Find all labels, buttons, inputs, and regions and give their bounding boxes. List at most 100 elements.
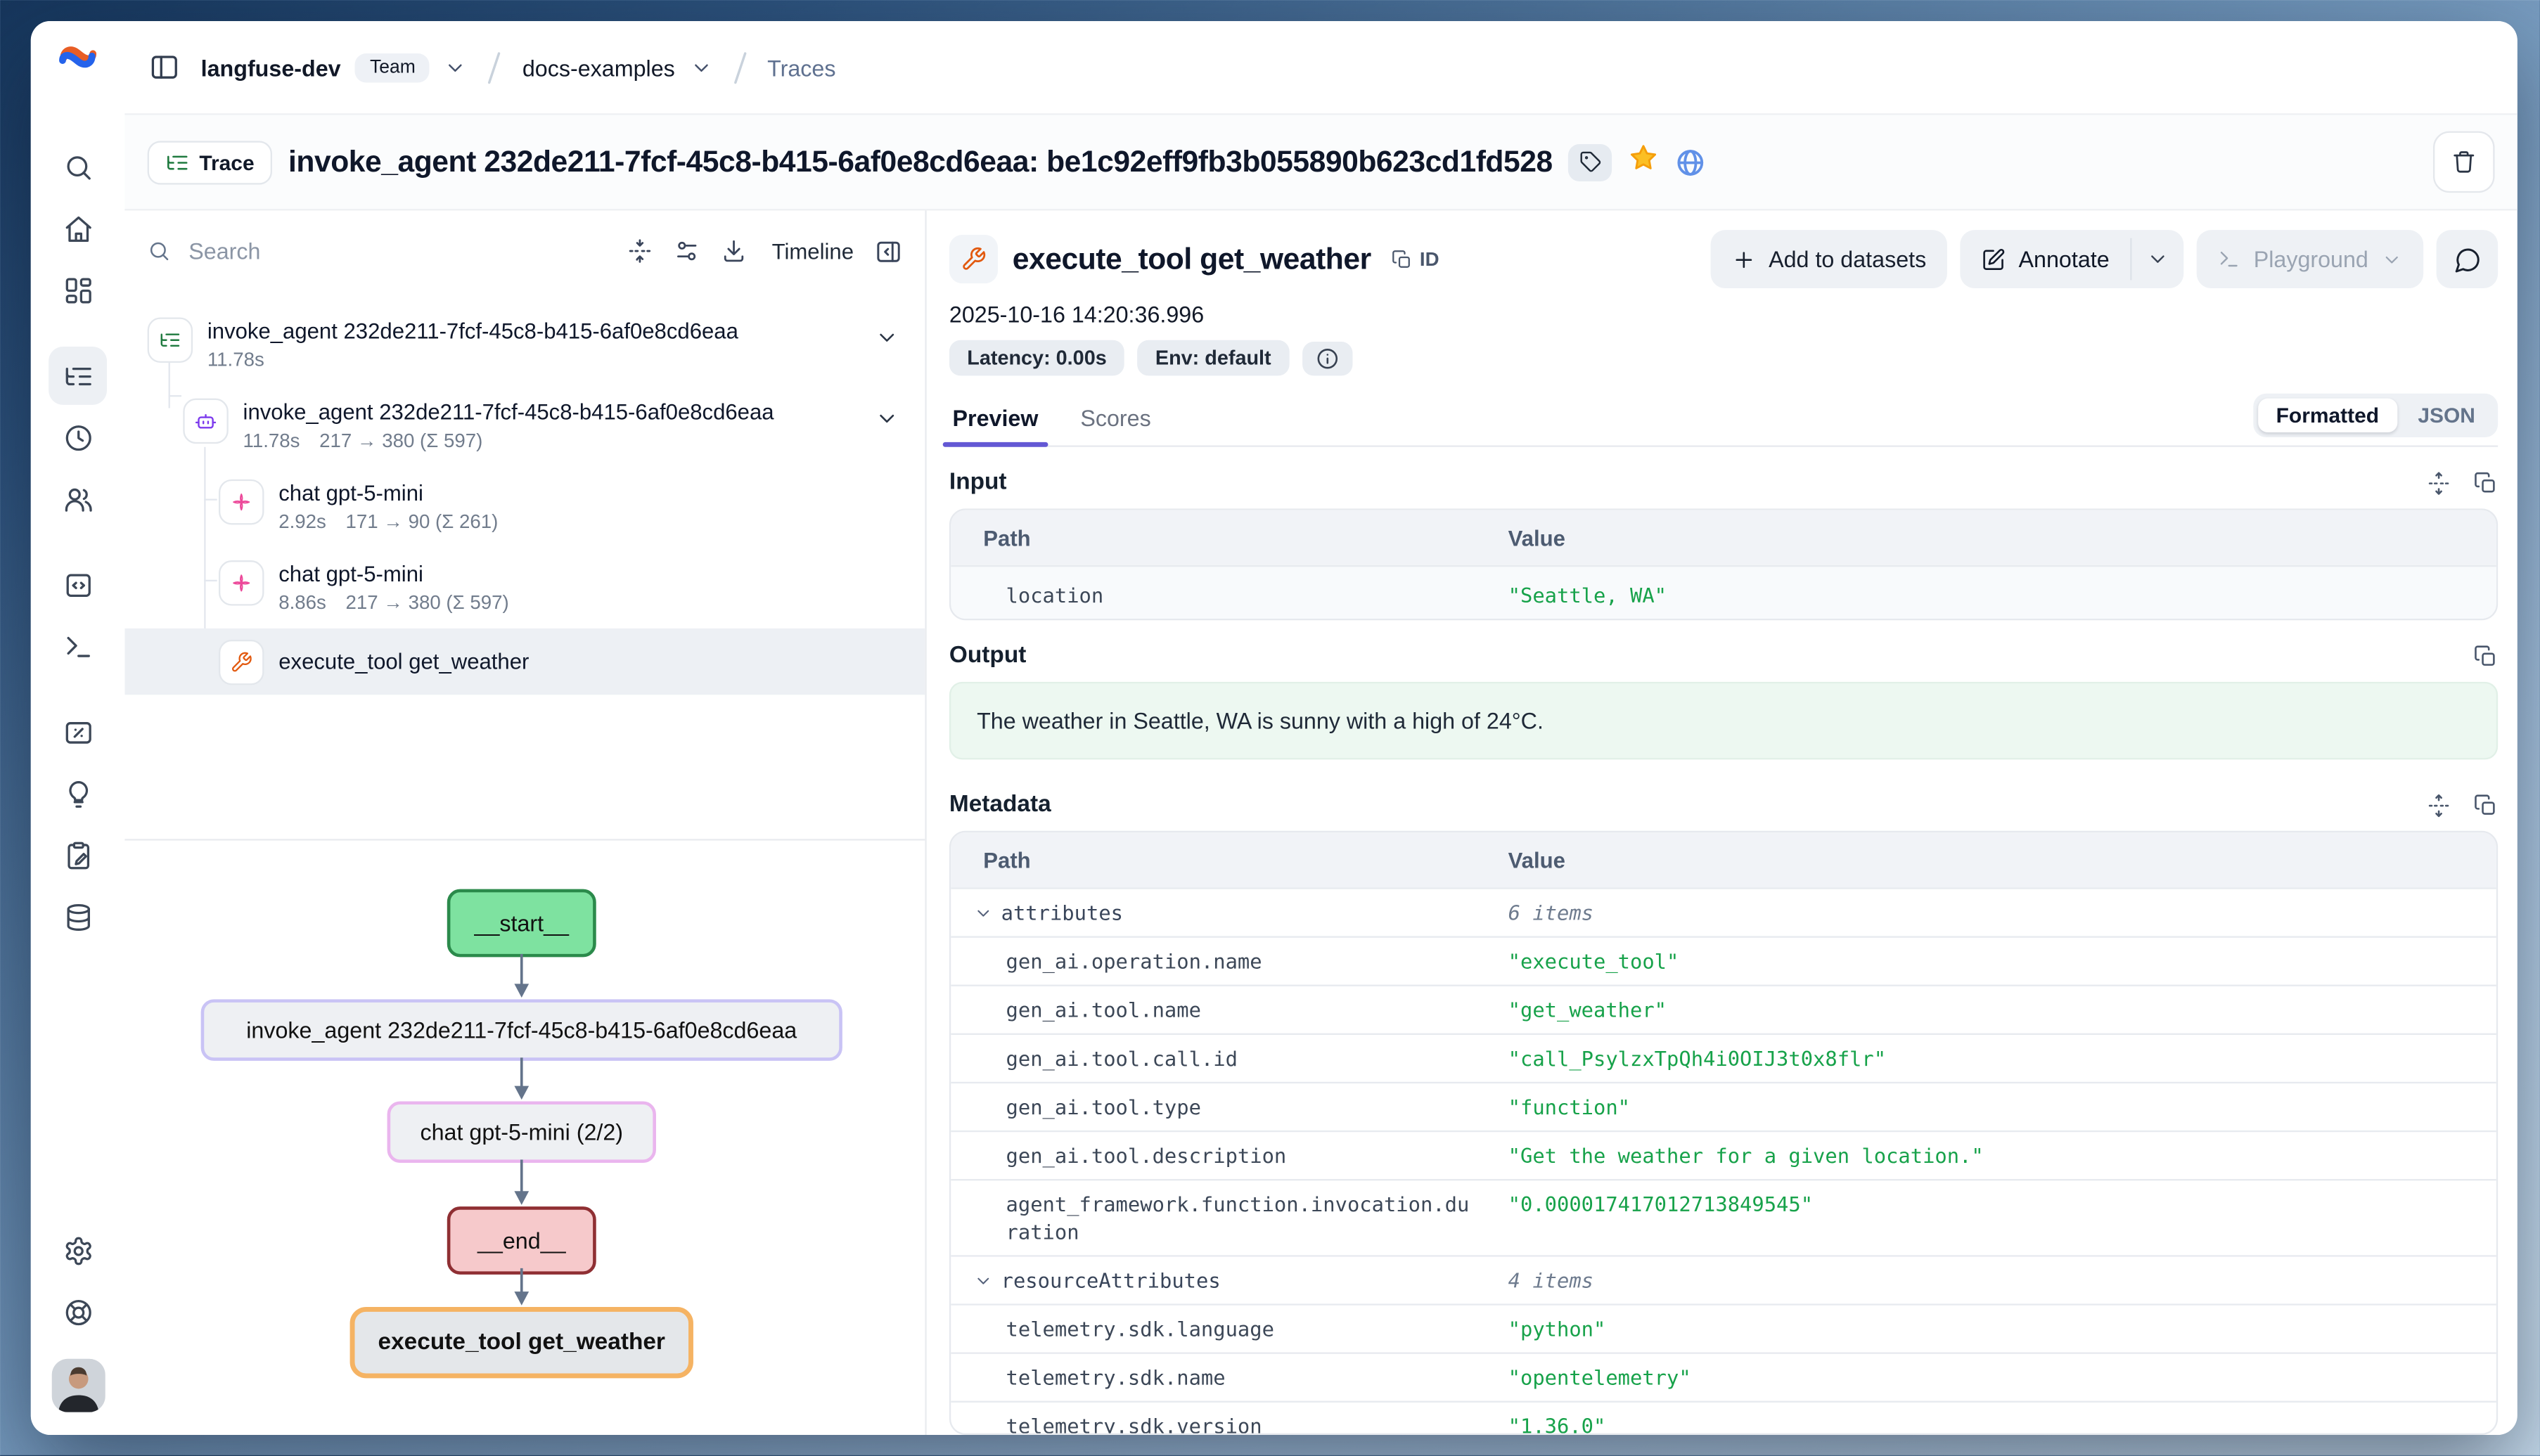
copy-icon <box>1392 249 1413 270</box>
sidebar-settings-icon[interactable] <box>49 1221 107 1280</box>
chevron-down-icon[interactable] <box>690 56 712 78</box>
row-value: 6 items <box>1485 889 2496 936</box>
row-value: "1.36.0" <box>1485 1403 2496 1435</box>
tab-preview[interactable]: Preview <box>949 399 1041 446</box>
observation-detail-panel: execute_tool get_weather ID Add to datas… <box>927 210 2517 1435</box>
copy-icon[interactable] <box>2474 644 2499 669</box>
annotate-dropdown-chevron[interactable] <box>2132 230 2184 288</box>
expand-vertical-icon[interactable] <box>2427 470 2451 495</box>
col-path: Path <box>951 526 1485 550</box>
tree-item-label: chat gpt-5-mini <box>278 560 509 589</box>
row-value: "Get the weather for a given location." <box>1485 1133 2496 1180</box>
graph-node-end[interactable]: __end__ <box>447 1206 596 1275</box>
tree-item-agent[interactable]: invoke_agent 232de211-7fcf-45c8-b415-6af… <box>124 385 925 466</box>
tree-item-tokens: 217 → 380 (Σ 597) <box>345 590 508 617</box>
format-json[interactable]: JSON <box>2400 399 2493 432</box>
graph-node-start[interactable]: __start__ <box>447 889 596 958</box>
trace-badge-label: Trace <box>199 150 254 174</box>
plus-icon <box>1731 247 1756 271</box>
tree-item-generation-2[interactable]: chat gpt-5-mini 8.86s217 → 380 (Σ 597) <box>124 548 925 629</box>
trace-type-badge: Trace <box>148 140 272 183</box>
chevron-down-icon[interactable] <box>444 56 467 78</box>
sidebar-users-icon[interactable] <box>49 470 107 528</box>
graph-node-invoke-agent[interactable]: invoke_agent 232de211-7fcf-45c8-b415-6af… <box>201 999 842 1061</box>
graph-edge <box>511 1057 533 1101</box>
observation-title: execute_tool get_weather <box>1013 241 1371 277</box>
sidebar-scores-icon[interactable] <box>49 703 107 761</box>
sidebar-prompts-icon[interactable] <box>49 555 107 614</box>
tree-toolbar: Timeline <box>124 210 925 291</box>
row-path: gen_ai.tool.type <box>951 1084 1485 1131</box>
timeline-toggle[interactable]: Timeline <box>772 239 854 264</box>
user-avatar[interactable] <box>51 1359 105 1412</box>
sidebar-playground-icon[interactable] <box>49 617 107 676</box>
globe-icon[interactable] <box>1676 146 1707 177</box>
search-input[interactable] <box>148 236 607 265</box>
download-icon[interactable] <box>721 238 748 264</box>
row-path: gen_ai.tool.call.id <box>951 1036 1485 1083</box>
chevron-down-icon <box>973 1271 993 1291</box>
sidebar-datasets-icon[interactable] <box>49 887 107 946</box>
copy-icon[interactable] <box>2474 793 2499 818</box>
star-icon[interactable] <box>1629 143 1660 181</box>
tree-item-duration: 11.78s <box>207 347 264 374</box>
comments-button[interactable] <box>2437 230 2499 288</box>
breadcrumb-page[interactable]: Traces <box>767 54 835 80</box>
id-label: ID <box>1420 247 1439 270</box>
langfuse-logo-icon[interactable] <box>53 39 102 87</box>
info-icon[interactable] <box>1302 341 1352 375</box>
collapse-all-icon[interactable] <box>628 238 654 264</box>
env-badge: Env: default <box>1138 340 1289 376</box>
display-settings-icon[interactable] <box>674 238 700 264</box>
col-value: Value <box>1485 849 2496 873</box>
graph-node-execute-tool[interactable]: execute_tool get_weather <box>350 1307 693 1378</box>
metadata-group-row[interactable]: attributes 6 items <box>951 888 2496 936</box>
col-path: Path <box>951 849 1485 873</box>
tree-item-tool-selected[interactable]: execute_tool get_weather <box>124 629 925 695</box>
chevron-down-icon[interactable] <box>875 406 899 431</box>
sidebar-insights-icon[interactable] <box>49 764 107 823</box>
tab-scores[interactable]: Scores <box>1077 399 1155 446</box>
metadata-table: Path Value attributes 6 items gen_ai.ope… <box>949 831 2498 1435</box>
sidebar-support-icon[interactable] <box>49 1282 107 1341</box>
row-path: gen_ai.tool.name <box>951 987 1485 1034</box>
sidebar-sessions-icon[interactable] <box>49 408 107 467</box>
input-section-title: Input <box>949 470 1007 496</box>
sidebar-annotation-icon[interactable] <box>49 826 107 884</box>
format-formatted[interactable]: Formatted <box>2258 399 2397 432</box>
sparkle-icon <box>219 479 264 525</box>
expand-vertical-icon[interactable] <box>2427 793 2451 818</box>
table-row: gen_ai.tool.call.id "call_PsylzxTpQh4i0O… <box>951 1033 2496 1082</box>
row-path: location <box>951 567 1485 621</box>
agent-graph: __start__ invoke_agent 232de211-7fcf-45c… <box>124 839 925 1435</box>
metadata-group-row[interactable]: resourceAttributes 4 items <box>951 1256 2496 1304</box>
tree-item-label: execute_tool get_weather <box>278 648 529 676</box>
copy-id-button[interactable]: ID <box>1392 247 1439 270</box>
breadcrumb-project[interactable]: docs-examples <box>522 54 675 80</box>
tree-item-trace-root[interactable]: invoke_agent 232de211-7fcf-45c8-b415-6af… <box>124 304 925 385</box>
row-path: telemetry.sdk.language <box>951 1306 1485 1353</box>
sidebar-tracing-icon[interactable] <box>49 347 107 405</box>
search-input-field[interactable] <box>186 236 607 265</box>
playground-button[interactable]: Playground <box>2197 230 2423 288</box>
sidebar-dashboard-icon[interactable] <box>49 261 107 319</box>
breadcrumb-org[interactable]: langfuse-dev <box>201 54 341 80</box>
tag-icon[interactable] <box>1569 143 1612 181</box>
graph-node-chat[interactable]: chat gpt-5-mini (2/2) <box>387 1101 656 1163</box>
chevron-down-icon <box>2381 249 2402 270</box>
col-value: Value <box>1485 526 2496 550</box>
sidebar-toggle-icon[interactable] <box>141 44 186 90</box>
delete-trace-button[interactable] <box>2433 131 2495 193</box>
add-to-datasets-button[interactable]: Add to datasets <box>1710 230 1947 288</box>
sidebar-search-icon[interactable] <box>49 138 107 196</box>
playground-label: Playground <box>2254 246 2368 272</box>
copy-icon[interactable] <box>2474 470 2499 495</box>
metadata-section-title: Metadata <box>949 792 1051 818</box>
chevron-down-icon[interactable] <box>875 326 899 350</box>
row-value: "python" <box>1485 1306 2496 1353</box>
collapse-panel-icon[interactable] <box>875 237 902 264</box>
tree-item-generation-1[interactable]: chat gpt-5-mini 2.92s171 → 90 (Σ 261) <box>124 466 925 547</box>
annotate-button[interactable]: Annotate <box>1961 230 2131 288</box>
sidebar-home-icon[interactable] <box>49 199 107 257</box>
row-value: "function" <box>1485 1084 2496 1131</box>
